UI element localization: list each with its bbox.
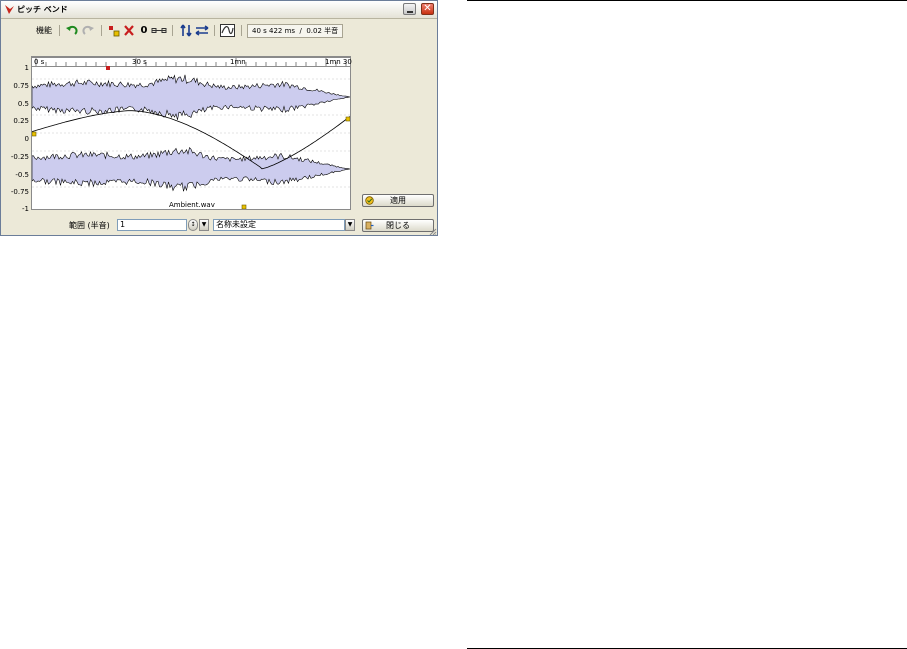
envelope-point-end[interactable] [345, 116, 350, 122]
playback-cursor-marker[interactable] [106, 66, 110, 70]
toolbar-separator [59, 25, 60, 36]
envelope-point-bottom[interactable] [241, 204, 247, 209]
apply-button[interactable]: 適用 [362, 194, 434, 207]
y-label: -0.5 [15, 171, 29, 179]
time-readout: 40 s 422 ms [252, 27, 296, 35]
range-label: 範囲 (半音) [69, 221, 110, 230]
undo-icon[interactable] [65, 24, 79, 37]
function-menu[interactable]: 機能 [33, 24, 55, 37]
close-window-button[interactable]: ✕ [421, 3, 434, 15]
readout-separator: / [299, 27, 302, 35]
y-label: 0.5 [17, 100, 29, 108]
waveform-upper-channel [32, 74, 350, 120]
title-bar: ピッチ ベンド ✕ [1, 1, 437, 19]
waveform-lower-channel [32, 146, 350, 192]
minimize-button[interactable] [403, 3, 416, 15]
toolbar-separator [101, 25, 102, 36]
status-readout: 40 s 422 ms / 0.02 半音 [247, 24, 344, 38]
close-button[interactable]: 閉じる [362, 219, 434, 232]
curve-icon[interactable] [220, 24, 235, 37]
resize-grip-icon[interactable] [428, 227, 437, 236]
toolbar-separator [214, 25, 215, 36]
y-label: 1 [24, 64, 29, 72]
range-spinner-icon[interactable]: ↕ [188, 219, 198, 231]
y-label: -0.25 [10, 153, 29, 161]
link-icon[interactable] [151, 24, 167, 37]
y-label: 0.75 [13, 82, 29, 90]
envelope-point-start[interactable] [32, 131, 37, 137]
flip-vertical-icon[interactable] [179, 24, 193, 37]
app-logo-icon [5, 5, 14, 14]
y-label: -1 [22, 205, 29, 213]
preset-select[interactable]: 名称未設定 [213, 219, 345, 231]
ruler-label-1mn: 1mn [230, 58, 246, 66]
pitch-readout: 0.02 半音 [306, 27, 339, 35]
swap-icon[interactable] [195, 24, 209, 37]
toolbar: 機能 0 40 s 422 ms / 0.02 半音 [1, 23, 437, 39]
y-label: 0 [24, 135, 29, 143]
point-value: 0 [140, 25, 148, 36]
close-button-label: 閉じる [386, 221, 410, 230]
preset-dropdown-button[interactable]: ▼ [345, 219, 355, 231]
y-label: -0.75 [10, 188, 29, 196]
apply-button-label: 適用 [390, 196, 406, 205]
waveform-canvas[interactable] [32, 57, 350, 209]
delete-icon[interactable] [123, 24, 135, 37]
range-input[interactable]: 1 [117, 219, 187, 231]
ruler-label-30s: 30 s [132, 58, 147, 66]
range-dropdown-button[interactable]: ▼ [199, 219, 209, 231]
ruler-label-1mn30: 1mn 30 [325, 58, 352, 66]
pitch-bend-window: ピッチ ベンド ✕ 機能 0 40 s 422 ms / 0.02 半音 Amb… [0, 0, 438, 236]
redo-icon[interactable] [81, 24, 95, 37]
toolbar-separator [241, 25, 242, 36]
toolbar-separator [172, 25, 173, 36]
add-point-icon[interactable] [107, 24, 121, 37]
envelope-plot[interactable]: Ambient.wav [31, 56, 351, 210]
window-title: ピッチ ベンド [17, 5, 68, 14]
ruler-ticks [35, 58, 347, 66]
page-top-rule [467, 0, 907, 1]
waveform-filename: Ambient.wav [169, 201, 215, 209]
ruler-label-0: 0 s [34, 58, 45, 66]
time-ruler[interactable]: 0 s 30 s 1mn 1mn 30 [31, 57, 352, 67]
y-label: 0.25 [13, 117, 29, 125]
